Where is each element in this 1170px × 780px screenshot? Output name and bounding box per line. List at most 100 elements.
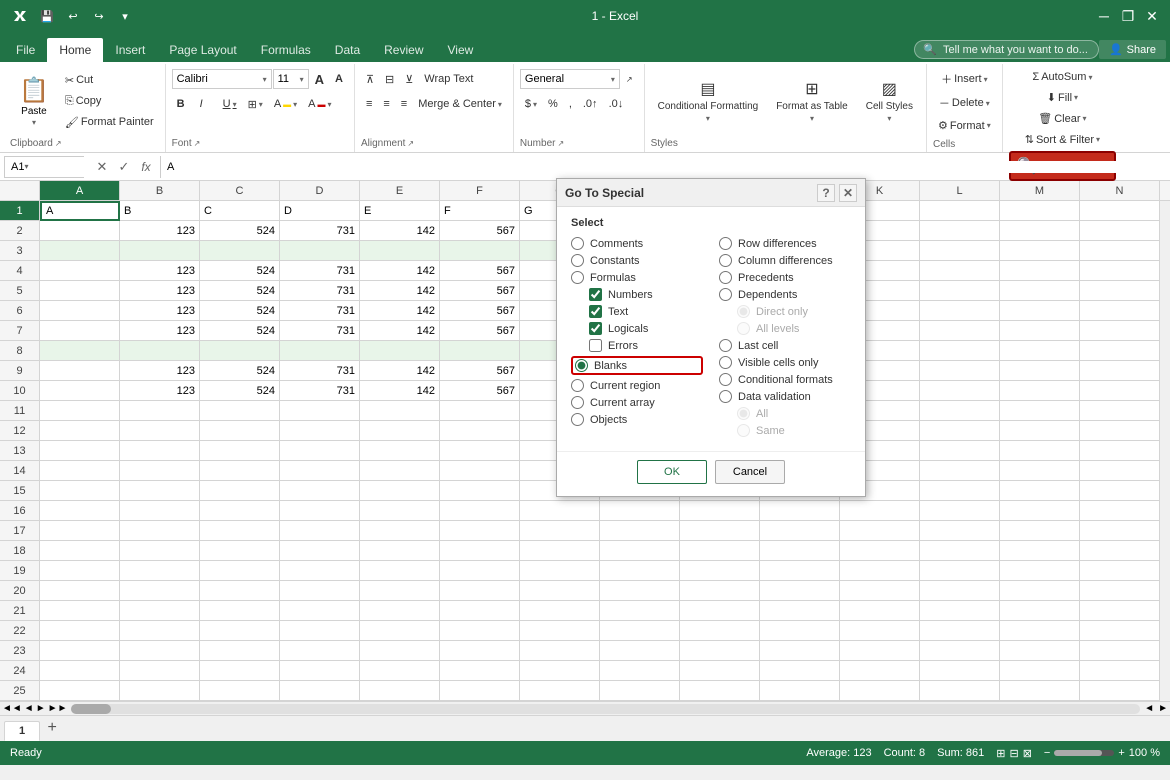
cell-L25[interactable] bbox=[920, 681, 1000, 701]
objects-radio[interactable] bbox=[571, 413, 584, 426]
align-right-btn[interactable]: ≡ bbox=[396, 95, 412, 113]
cell-F14[interactable] bbox=[440, 461, 520, 481]
cell-F7[interactable]: 567 bbox=[440, 321, 520, 341]
cell-B9[interactable]: 123 bbox=[120, 361, 200, 381]
sheet-tab-1[interactable]: 1 bbox=[4, 721, 40, 741]
cell-I25[interactable] bbox=[680, 681, 760, 701]
horizontal-scrollbar[interactable]: ◄◄ ◄ ► ►► ◄ ► bbox=[0, 701, 1170, 715]
row-num-10[interactable]: 10 bbox=[0, 381, 40, 401]
cell-D23[interactable] bbox=[280, 641, 360, 661]
cell-C8[interactable] bbox=[200, 341, 280, 361]
align-center-btn[interactable]: ≡ bbox=[378, 95, 394, 113]
cell-L20[interactable] bbox=[920, 581, 1000, 601]
cell-F6[interactable]: 567 bbox=[440, 301, 520, 321]
cell-N4[interactable] bbox=[1080, 261, 1160, 281]
column-differences-option[interactable]: Column differences bbox=[719, 254, 851, 267]
conditional-formats-radio[interactable] bbox=[719, 373, 732, 386]
cell-M6[interactable] bbox=[1000, 301, 1080, 321]
cell-A11[interactable] bbox=[40, 401, 120, 421]
cell-C10[interactable]: 524 bbox=[200, 381, 280, 401]
name-box[interactable]: A1 ▾ bbox=[4, 156, 84, 178]
cell-N18[interactable] bbox=[1080, 541, 1160, 561]
cell-K17[interactable] bbox=[840, 521, 920, 541]
next-sheet-btn[interactable]: ►► bbox=[48, 703, 68, 714]
font-group-label[interactable]: Font ↗ bbox=[172, 134, 201, 152]
tab-data[interactable]: Data bbox=[323, 38, 372, 62]
cell-M18[interactable] bbox=[1000, 541, 1080, 561]
conditional-formatting-btn[interactable]: ▤ Conditional Formatting ▾ bbox=[651, 74, 766, 128]
cell-D1[interactable]: D bbox=[280, 201, 360, 221]
cell-D21[interactable] bbox=[280, 601, 360, 621]
text-checkbox[interactable] bbox=[589, 305, 602, 318]
cell-N22[interactable] bbox=[1080, 621, 1160, 641]
cell-E23[interactable] bbox=[360, 641, 440, 661]
cell-F9[interactable]: 567 bbox=[440, 361, 520, 381]
row-num-13[interactable]: 13 bbox=[0, 441, 40, 461]
cell-A13[interactable] bbox=[40, 441, 120, 461]
next-btn[interactable]: ► bbox=[36, 703, 46, 714]
cell-B12[interactable] bbox=[120, 421, 200, 441]
cell-H23[interactable] bbox=[600, 641, 680, 661]
borders-button[interactable]: ⊞▾ bbox=[243, 95, 268, 114]
cell-N5[interactable] bbox=[1080, 281, 1160, 301]
row-num-5[interactable]: 5 bbox=[0, 281, 40, 301]
cell-G23[interactable] bbox=[520, 641, 600, 661]
cell-A24[interactable] bbox=[40, 661, 120, 681]
visible-cells-radio[interactable] bbox=[719, 356, 732, 369]
cell-L23[interactable] bbox=[920, 641, 1000, 661]
cell-A12[interactable] bbox=[40, 421, 120, 441]
cell-K21[interactable] bbox=[840, 601, 920, 621]
numbers-checkbox[interactable] bbox=[589, 288, 602, 301]
restore-btn[interactable]: ❐ bbox=[1118, 6, 1138, 26]
cell-N1[interactable] bbox=[1080, 201, 1160, 221]
cell-D3[interactable] bbox=[280, 241, 360, 261]
cell-A5[interactable] bbox=[40, 281, 120, 301]
cell-B18[interactable] bbox=[120, 541, 200, 561]
conditional-formats-option[interactable]: Conditional formats bbox=[719, 373, 851, 386]
formula-cancel-btn[interactable]: ✕ bbox=[92, 157, 112, 177]
zoom-slider[interactable] bbox=[1054, 750, 1114, 756]
accounting-btn[interactable]: $▾ bbox=[520, 95, 542, 113]
cell-C3[interactable] bbox=[200, 241, 280, 261]
cell-L19[interactable] bbox=[920, 561, 1000, 581]
tab-file[interactable]: File bbox=[4, 38, 47, 62]
cell-B5[interactable]: 123 bbox=[120, 281, 200, 301]
align-left-btn[interactable]: ≡ bbox=[361, 95, 377, 113]
cell-M20[interactable] bbox=[1000, 581, 1080, 601]
cell-D24[interactable] bbox=[280, 661, 360, 681]
prev-sheet-btn[interactable]: ◄◄ bbox=[2, 703, 22, 714]
wrap-text-btn[interactable]: Wrap Text bbox=[419, 70, 478, 88]
tab-formulas[interactable]: Formulas bbox=[249, 38, 323, 62]
cell-A6[interactable] bbox=[40, 301, 120, 321]
data-validation-radio[interactable] bbox=[719, 390, 732, 403]
logicals-option[interactable]: Logicals bbox=[589, 322, 703, 335]
cell-F15[interactable] bbox=[440, 481, 520, 501]
cell-F22[interactable] bbox=[440, 621, 520, 641]
col-header-D[interactable]: D bbox=[280, 181, 360, 200]
row-num-22[interactable]: 22 bbox=[0, 621, 40, 641]
objects-option[interactable]: Objects bbox=[571, 413, 703, 426]
cell-C23[interactable] bbox=[200, 641, 280, 661]
decrease-decimal-btn[interactable]: .0↓ bbox=[604, 95, 629, 113]
cell-C16[interactable] bbox=[200, 501, 280, 521]
cell-D6[interactable]: 731 bbox=[280, 301, 360, 321]
cell-E1[interactable]: E bbox=[360, 201, 440, 221]
minimize-btn[interactable]: ─ bbox=[1094, 6, 1114, 26]
cell-L7[interactable] bbox=[920, 321, 1000, 341]
cell-N7[interactable] bbox=[1080, 321, 1160, 341]
cell-M21[interactable] bbox=[1000, 601, 1080, 621]
cell-B3[interactable] bbox=[120, 241, 200, 261]
cell-J22[interactable] bbox=[760, 621, 840, 641]
cell-G21[interactable] bbox=[520, 601, 600, 621]
font-size-dropdown[interactable]: 11 ▾ bbox=[273, 69, 309, 89]
cell-D18[interactable] bbox=[280, 541, 360, 561]
cell-E19[interactable] bbox=[360, 561, 440, 581]
fill-color-button[interactable]: A▬▾ bbox=[269, 95, 302, 113]
cell-B14[interactable] bbox=[120, 461, 200, 481]
row-num-12[interactable]: 12 bbox=[0, 421, 40, 441]
cell-D4[interactable]: 731 bbox=[280, 261, 360, 281]
cell-C24[interactable] bbox=[200, 661, 280, 681]
cell-E18[interactable] bbox=[360, 541, 440, 561]
cell-K25[interactable] bbox=[840, 681, 920, 701]
cell-M24[interactable] bbox=[1000, 661, 1080, 681]
